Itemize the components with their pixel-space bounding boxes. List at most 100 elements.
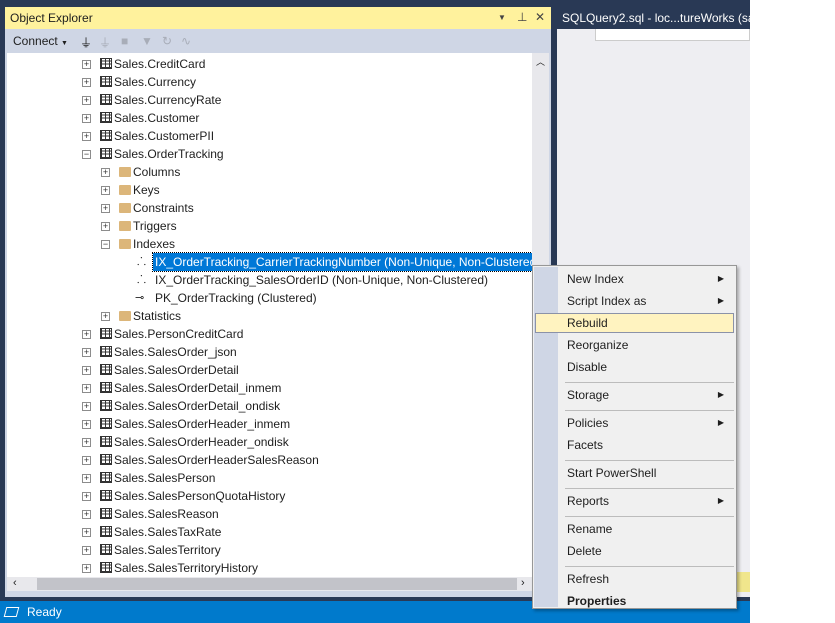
menu-item-new-index[interactable]: New Index ▶ xyxy=(535,269,734,289)
scroll-left-icon[interactable]: ‹ xyxy=(13,577,17,589)
menu-item-storage[interactable]: Storage ▶ xyxy=(535,385,734,405)
close-icon[interactable]: ✕ xyxy=(535,10,545,24)
tree-node-label: Indexes xyxy=(133,237,176,251)
expand-icon[interactable]: + xyxy=(82,456,91,465)
status-text: Ready xyxy=(27,605,62,619)
expand-icon[interactable]: + xyxy=(82,132,91,141)
menu-item-reports[interactable]: Reports ▶ xyxy=(535,491,734,511)
editor-area[interactable] xyxy=(595,29,750,41)
table-icon xyxy=(100,364,112,375)
expand-icon[interactable]: + xyxy=(82,330,91,339)
menu-separator xyxy=(565,382,734,383)
toolbar: Connect ▼ ⏚ ⏚ ■ ▼ ↻ ∿ xyxy=(5,29,551,53)
filter-icon: ▼ xyxy=(141,34,153,48)
menu-separator xyxy=(565,566,734,567)
expand-icon[interactable]: + xyxy=(82,402,91,411)
tree-node-label: Constraints xyxy=(133,201,194,215)
tree-node-label: Sales.Currency xyxy=(114,75,197,89)
object-explorer-panel: Object Explorer ▼ ⊥ ✕ Connect ▼ ⏚ ⏚ ■ ▼ … xyxy=(5,7,551,597)
expand-icon[interactable]: + xyxy=(101,204,110,213)
expand-icon[interactable]: + xyxy=(82,438,91,447)
status-icon xyxy=(3,607,20,617)
expand-icon[interactable]: + xyxy=(82,492,91,501)
scroll-right-icon[interactable]: › xyxy=(521,577,525,589)
tree-node-label: Sales.CustomerPII xyxy=(114,129,215,143)
tree-node-label: IX_OrderTracking_CarrierTrackingNumber (… xyxy=(151,252,532,272)
connect-button[interactable]: Connect ▼ xyxy=(13,34,68,48)
expand-icon[interactable]: + xyxy=(82,60,91,69)
expand-icon[interactable]: + xyxy=(82,528,91,537)
menu-item-delete[interactable]: Delete xyxy=(535,541,734,561)
menu-item-label: Rename xyxy=(567,522,613,536)
table-icon xyxy=(100,418,112,429)
tree-node-label: Sales.SalesTaxRate xyxy=(114,525,222,539)
menu-item-reorganize[interactable]: Reorganize xyxy=(535,335,734,355)
menu-item-script-index-as[interactable]: Script Index as ▶ xyxy=(535,291,734,311)
stop-icon: ■ xyxy=(121,34,129,48)
menu-item-policies[interactable]: Policies ▶ xyxy=(535,413,734,433)
expand-icon[interactable]: + xyxy=(82,510,91,519)
expand-icon[interactable]: + xyxy=(82,348,91,357)
menu-item-start-powershell[interactable]: Start PowerShell xyxy=(535,463,734,483)
expand-icon[interactable]: + xyxy=(82,546,91,555)
expand-icon[interactable]: + xyxy=(82,96,91,105)
folder-icon xyxy=(119,167,131,177)
table-icon xyxy=(100,382,112,393)
menu-item-label: Properties xyxy=(567,594,627,608)
expand-icon[interactable]: + xyxy=(101,222,110,231)
menu-item-rebuild[interactable]: Rebuild xyxy=(535,313,734,333)
menu-item-facets[interactable]: Facets xyxy=(535,435,734,455)
expand-icon[interactable]: + xyxy=(82,420,91,429)
connect-plug-icon[interactable]: ⏚ xyxy=(80,34,92,51)
tree-node-label: Sales.SalesOrderDetail_inmem xyxy=(114,381,282,395)
dropdown-icon[interactable]: ▼ xyxy=(498,13,506,22)
folder-icon xyxy=(119,239,131,249)
expand-icon[interactable]: + xyxy=(101,312,110,321)
menu-item-properties[interactable]: Properties xyxy=(535,591,734,611)
folder-icon xyxy=(119,185,131,195)
tree-node-label: Sales.SalesTerritory xyxy=(114,543,221,557)
submenu-arrow-icon: ▶ xyxy=(717,274,724,283)
scrollbar-thumb[interactable] xyxy=(37,578,517,590)
table-icon xyxy=(100,328,112,339)
collapse-icon[interactable]: − xyxy=(101,240,110,249)
query-tab[interactable]: SQLQuery2.sql - loc...tureWorks (sa xyxy=(557,7,750,29)
expand-icon[interactable]: + xyxy=(82,114,91,123)
tree-node-label: IX_OrderTracking_SalesOrderID (Non-Uniqu… xyxy=(155,273,489,287)
expand-icon[interactable]: + xyxy=(101,168,110,177)
tree-node-label: Sales.SalesOrderHeader_ondisk xyxy=(114,435,289,449)
tree-node-label: Sales.SalesOrderDetail_ondisk xyxy=(114,399,281,413)
object-tree: + Sales.CreditCard + Sales.Currency + Sales.C… xyxy=(7,53,532,577)
menu-item-refresh[interactable]: Refresh xyxy=(535,569,734,589)
table-icon xyxy=(100,544,112,555)
expand-icon[interactable]: + xyxy=(82,384,91,393)
tree-node-label: Columns xyxy=(133,165,181,179)
panel-title-bar: Object Explorer ▼ ⊥ ✕ xyxy=(5,7,551,29)
menu-item-label: Storage xyxy=(567,388,610,402)
expand-icon[interactable]: + xyxy=(82,564,91,573)
horizontal-scrollbar[interactable]: ‹ › xyxy=(7,577,532,591)
menu-separator xyxy=(565,488,734,489)
expand-icon[interactable]: + xyxy=(82,366,91,375)
tree-node-label: Sales.SalesReason xyxy=(114,507,219,521)
tree-node-label: Sales.OrderTracking xyxy=(114,147,224,161)
pin-icon[interactable]: ⊥ xyxy=(517,10,527,24)
table-icon xyxy=(100,148,112,159)
expand-icon[interactable]: + xyxy=(101,186,110,195)
table-icon xyxy=(100,346,112,357)
table-icon xyxy=(100,508,112,519)
context-menu: New Index ▶ Script Index as ▶ Rebuild Reorgan… xyxy=(532,265,737,609)
scroll-up-icon[interactable]: ︿ xyxy=(536,55,545,68)
expand-icon[interactable]: + xyxy=(82,474,91,483)
table-icon xyxy=(100,526,112,537)
table-icon xyxy=(100,94,112,105)
table-icon xyxy=(100,58,112,69)
collapse-icon[interactable]: − xyxy=(82,150,91,159)
table-icon xyxy=(100,112,112,123)
tree-node-label: Sales.SalesOrder_json xyxy=(114,345,237,359)
expand-icon[interactable]: + xyxy=(82,78,91,87)
menu-item-label: Policies xyxy=(567,416,609,430)
menu-item-rename[interactable]: Rename xyxy=(535,519,734,539)
menu-item-disable[interactable]: Disable xyxy=(535,357,734,377)
menu-item-label: Script Index as xyxy=(567,294,647,308)
